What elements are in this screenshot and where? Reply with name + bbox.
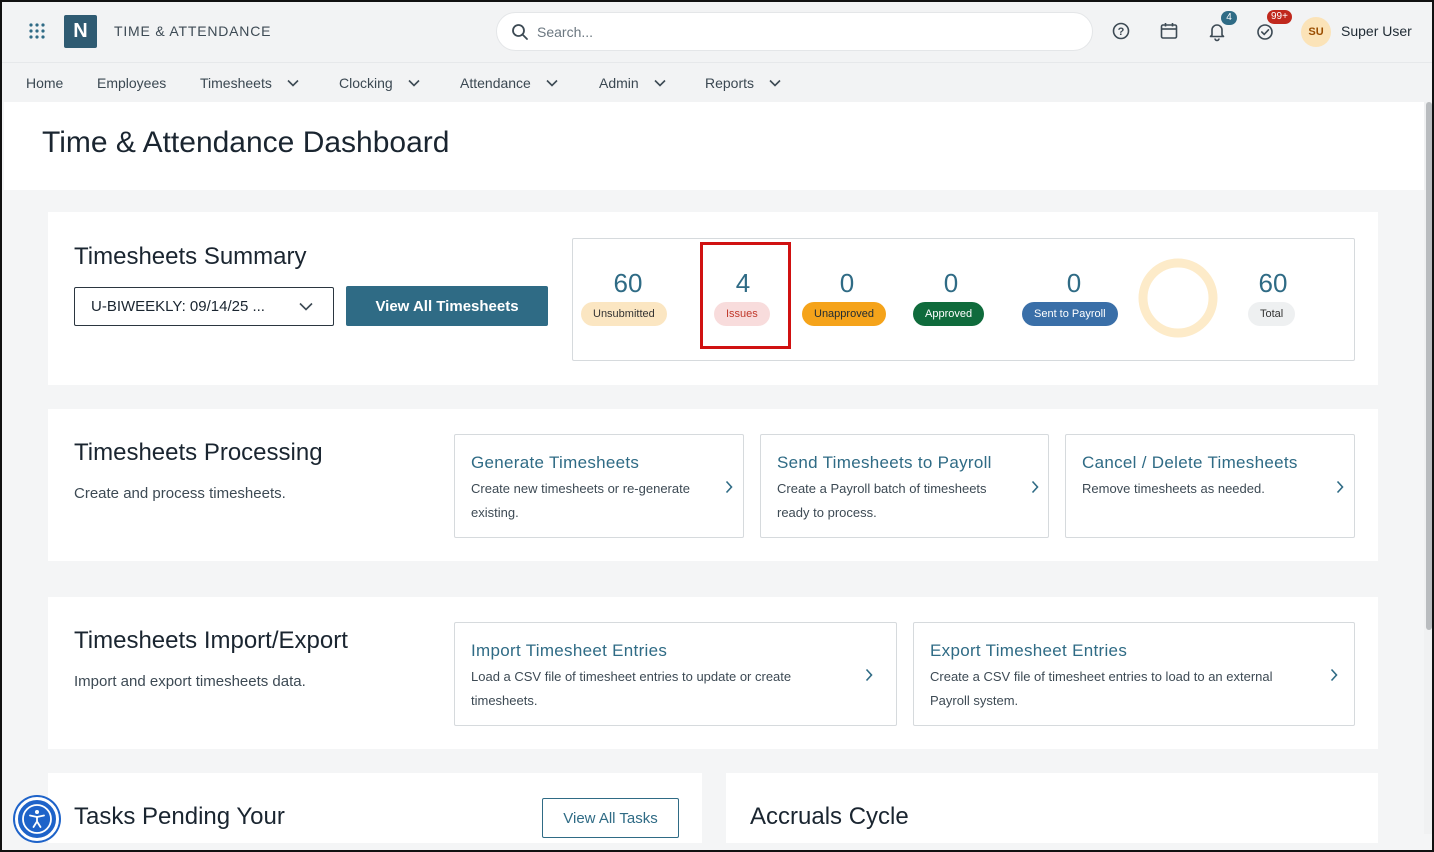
nav-item-label: Admin bbox=[599, 75, 639, 91]
nav-item-admin[interactable]: Admin bbox=[599, 75, 666, 91]
app-logo[interactable]: N bbox=[64, 15, 97, 48]
action-card-description: Create new timesheets or re-generate exi… bbox=[471, 477, 690, 525]
export-timesheet-entries-card[interactable]: Export Timesheet Entries Create a CSV fi… bbox=[913, 622, 1355, 726]
avatar[interactable]: SU bbox=[1301, 17, 1331, 47]
nav-item-clocking[interactable]: Clocking bbox=[339, 75, 420, 91]
action-card-title: Export Timesheet Entries bbox=[930, 641, 1128, 660]
stat-approved-pill[interactable]: Approved bbox=[913, 302, 985, 326]
nav-item-label: Clocking bbox=[339, 75, 393, 91]
chevron-down-icon bbox=[546, 79, 558, 87]
scrollbar-thumb[interactable] bbox=[1426, 102, 1432, 630]
stat-total-pill: Total bbox=[1248, 302, 1296, 326]
chevron-right-icon bbox=[865, 668, 873, 682]
search-bar[interactable] bbox=[496, 12, 1093, 51]
search-icon bbox=[512, 23, 528, 40]
action-card-description-line: Load a CSV file of timesheet entries to … bbox=[471, 669, 792, 684]
accruals-title: Accruals Cycle bbox=[750, 803, 909, 830]
search-input[interactable] bbox=[537, 23, 1057, 40]
import-timesheet-entries-card[interactable]: Import Timesheet Entries Load a CSV file… bbox=[454, 622, 897, 726]
stat-sent-to-payroll-value[interactable]: 0 bbox=[1014, 268, 1134, 299]
page-header: Time & Attendance Dashboard bbox=[4, 102, 1424, 190]
nav-item-label: Timesheets bbox=[200, 75, 272, 91]
nav-item-timesheets[interactable]: Timesheets bbox=[200, 75, 299, 91]
notifications-badge: 4 bbox=[1221, 11, 1237, 25]
action-card-description: Load a CSV file of timesheet entries to … bbox=[471, 665, 791, 713]
action-card-description-line: Create new timesheets or re-generate bbox=[471, 481, 690, 496]
accessibility-icon bbox=[22, 804, 52, 834]
chevron-down-icon bbox=[299, 302, 313, 311]
action-card-description-line: Create a CSV file of timesheet entries t… bbox=[930, 669, 1273, 684]
summary-title: Timesheets Summary bbox=[74, 243, 307, 270]
nav-item-employees[interactable]: Employees bbox=[97, 75, 166, 91]
status-donut-chart bbox=[1138, 258, 1218, 338]
period-select-value: U-BIWEEKLY: 09/14/25 ... bbox=[91, 298, 265, 315]
action-card-description-line: ready to process. bbox=[777, 505, 877, 520]
nav-item-label: Reports bbox=[705, 75, 755, 91]
accessibility-button[interactable] bbox=[15, 797, 59, 841]
stat-sent-to-payroll-pill[interactable]: Sent to Payroll bbox=[1022, 302, 1118, 326]
stat-unsubmitted-value[interactable]: 60 bbox=[568, 268, 688, 299]
action-card-title: Generate Timesheets bbox=[471, 453, 640, 472]
import-export-title: Timesheets Import/Export bbox=[74, 627, 348, 654]
chevron-down-icon bbox=[654, 79, 666, 87]
page-title: Time & Attendance Dashboard bbox=[42, 126, 450, 159]
generate-timesheets-card[interactable]: Generate Timesheets Create new timesheet… bbox=[454, 434, 744, 538]
chevron-down-icon bbox=[769, 79, 781, 87]
user-name[interactable]: Super User bbox=[1341, 23, 1412, 39]
action-card-title: Send Timesheets to Payroll bbox=[777, 453, 992, 472]
action-card-description: Create a CSV file of timesheet entries t… bbox=[930, 665, 1273, 713]
action-card-description-line: Payroll system. bbox=[930, 693, 1019, 708]
view-all-timesheets-button[interactable]: View All Timesheets bbox=[346, 286, 548, 326]
nav-item-attendance[interactable]: Attendance bbox=[460, 75, 558, 91]
nav-item-home[interactable]: Home bbox=[26, 75, 63, 91]
nav-item-label: Home bbox=[26, 75, 64, 91]
processing-title: Timesheets Processing bbox=[74, 439, 323, 466]
help-icon[interactable]: ? bbox=[1110, 20, 1132, 42]
app-window: N TIME & ATTENDANCE ? 4 99+ bbox=[0, 0, 1434, 852]
action-card-description-line: existing. bbox=[471, 505, 519, 520]
processing-description: Create and process timesheets. bbox=[74, 485, 286, 502]
app-title: TIME & ATTENDANCE bbox=[114, 23, 272, 39]
chevron-right-icon bbox=[1336, 480, 1344, 494]
action-card-description: Remove timesheets as needed. bbox=[1082, 477, 1265, 501]
tasks-badge: 99+ bbox=[1267, 10, 1292, 24]
action-card-description-line: timesheets. bbox=[471, 693, 538, 708]
top-bar: N TIME & ATTENDANCE ? 4 99+ bbox=[2, 2, 1432, 62]
action-card-title: Import Timesheet Entries bbox=[471, 641, 668, 660]
nav-item-reports[interactable]: Reports bbox=[705, 75, 781, 91]
nav-item-label: Attendance bbox=[460, 75, 531, 91]
issues-highlight-box bbox=[700, 242, 791, 349]
action-card-title: Cancel / Delete Timesheets bbox=[1082, 453, 1298, 472]
svg-text:?: ? bbox=[1118, 26, 1125, 38]
chevron-right-icon bbox=[1330, 668, 1338, 682]
stat-unapproved-value[interactable]: 0 bbox=[787, 268, 907, 299]
nav-item-label: Employees bbox=[97, 75, 167, 91]
stat-unsubmitted-pill[interactable]: Unsubmitted bbox=[581, 302, 667, 326]
cancel-delete-timesheets-card[interactable]: Cancel / Delete Timesheets Remove timesh… bbox=[1065, 434, 1355, 538]
stat-unapproved-pill[interactable]: Unapproved bbox=[802, 302, 886, 326]
import-export-description: Import and export timesheets data. bbox=[74, 673, 306, 690]
action-card-description: Create a Payroll batch of timesheets rea… bbox=[777, 477, 987, 525]
timesheet-stats bbox=[572, 238, 1355, 361]
chevron-down-icon bbox=[408, 79, 420, 87]
action-card-description-line: Remove timesheets as needed. bbox=[1082, 481, 1265, 496]
chevron-right-icon bbox=[725, 480, 733, 494]
view-all-tasks-button[interactable]: View All Tasks bbox=[542, 798, 679, 838]
chevron-right-icon bbox=[1031, 480, 1039, 494]
tasks-title: Tasks Pending Your bbox=[74, 803, 285, 830]
calendar-icon[interactable] bbox=[1158, 20, 1180, 42]
stat-approved-value[interactable]: 0 bbox=[891, 268, 1011, 299]
main-nav: Home Employees Timesheets Clocking Atten… bbox=[2, 62, 1432, 102]
stat-total-value: 60 bbox=[1258, 268, 1288, 298]
send-timesheets-to-payroll-card[interactable]: Send Timesheets to Payroll Create a Payr… bbox=[760, 434, 1049, 538]
period-select[interactable]: U-BIWEEKLY: 09/14/25 ... bbox=[74, 287, 334, 326]
action-card-description-line: Create a Payroll batch of timesheets bbox=[777, 481, 987, 496]
chevron-down-icon bbox=[287, 79, 299, 87]
app-launcher-icon[interactable] bbox=[28, 22, 46, 40]
